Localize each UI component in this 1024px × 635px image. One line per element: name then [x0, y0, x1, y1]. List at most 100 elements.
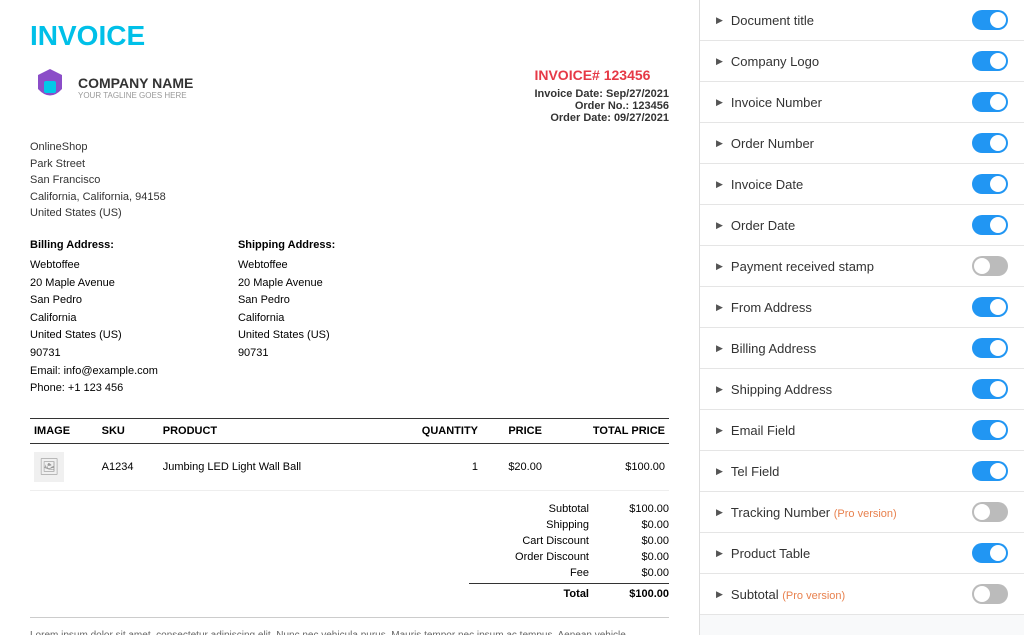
settings-item-3[interactable]: ▶ Order Number — [700, 123, 1024, 164]
settings-item-6[interactable]: ▶ Payment received stamp — [700, 246, 1024, 287]
chevron-right-icon: ▶ — [716, 179, 723, 190]
chevron-right-icon: ▶ — [716, 589, 723, 600]
settings-toggle[interactable] — [972, 584, 1008, 604]
settings-item-left: ▶ From Address — [716, 300, 812, 315]
settings-item-11[interactable]: ▶ Tel Field — [700, 451, 1024, 492]
settings-item-label: From Address — [731, 300, 812, 315]
settings-item-12[interactable]: ▶ Tracking Number (Pro version) — [700, 492, 1024, 533]
invoice-panel: INVOICE COMPANY NAME YOUR TAGLINE GOES H… — [0, 0, 700, 635]
settings-item-label: Subtotal (Pro version) — [731, 587, 845, 602]
settings-toggle[interactable] — [972, 92, 1008, 112]
settings-item-8[interactable]: ▶ Billing Address — [700, 328, 1024, 369]
addresses-section: Billing Address: Webtoffee 20 Maple Aven… — [30, 237, 669, 398]
settings-item-left: ▶ Tel Field — [716, 464, 779, 479]
settings-item-1[interactable]: ▶ Company Logo — [700, 41, 1024, 82]
settings-toggle[interactable] — [972, 10, 1008, 30]
chevron-right-icon: ▶ — [716, 343, 723, 354]
settings-item-9[interactable]: ▶ Shipping Address — [700, 369, 1024, 410]
settings-item-label: Document title — [731, 13, 814, 28]
billing-address: Billing Address: Webtoffee 20 Maple Aven… — [30, 237, 158, 398]
settings-item-label: Billing Address — [731, 341, 816, 356]
settings-toggle[interactable] — [972, 174, 1008, 194]
settings-item-label: Company Logo — [731, 54, 819, 69]
chevron-right-icon: ▶ — [716, 220, 723, 231]
settings-item-label: Shipping Address — [731, 382, 832, 397]
cell-product: Jumbing LED Light Wall Ball — [159, 443, 384, 490]
settings-toggle[interactable] — [972, 338, 1008, 358]
from-address: OnlineShop Park Street San Francisco Cal… — [30, 139, 669, 222]
settings-panel: ▶ Document title ▶ Company Logo ▶ Invoic… — [700, 0, 1024, 635]
company-tagline: YOUR TAGLINE GOES HERE — [78, 91, 193, 100]
chevron-right-icon: ▶ — [716, 466, 723, 477]
subtotal-row: Subtotal $100.00 — [469, 501, 669, 517]
settings-item-13[interactable]: ▶ Product Table — [700, 533, 1024, 574]
chevron-right-icon: ▶ — [716, 384, 723, 395]
chevron-right-icon: ▶ — [716, 56, 723, 67]
fee-row: Fee $0.00 — [469, 565, 669, 581]
col-quantity: QUANTITY — [383, 418, 482, 443]
shipping-row: Shipping $0.00 — [469, 517, 669, 533]
cell-price: $20.00 — [482, 443, 546, 490]
settings-item-label: Product Table — [731, 546, 810, 561]
settings-toggle[interactable] — [972, 297, 1008, 317]
chevron-right-icon: ▶ — [716, 302, 723, 313]
settings-item-left: ▶ Email Field — [716, 423, 795, 438]
chevron-right-icon: ▶ — [716, 15, 723, 26]
settings-toggle[interactable] — [972, 215, 1008, 235]
bottom-divider — [30, 617, 669, 618]
cell-total: $100.00 — [546, 443, 669, 490]
settings-item-left: ▶ Subtotal (Pro version) — [716, 587, 845, 602]
settings-item-left: ▶ Order Date — [716, 218, 795, 233]
settings-item-left: ▶ Invoice Date — [716, 177, 803, 192]
settings-item-left: ▶ Tracking Number (Pro version) — [716, 505, 897, 520]
settings-item-left: ▶ Product Table — [716, 546, 810, 561]
chevron-right-icon: ▶ — [716, 507, 723, 518]
settings-item-label: Order Date — [731, 218, 795, 233]
col-image: IMAGE — [30, 418, 98, 443]
invoice-meta: Invoice Date: Sep/27/2021 Order No.: 123… — [534, 88, 669, 124]
settings-item-label: Email Field — [731, 423, 795, 438]
logo-icon — [30, 67, 70, 107]
shipping-address: Shipping Address: Webtoffee 20 Maple Ave… — [238, 237, 335, 398]
settings-item-label: Order Number — [731, 136, 814, 151]
settings-item-label: Invoice Date — [731, 177, 803, 192]
chevron-right-icon: ▶ — [716, 425, 723, 436]
invoice-title: INVOICE — [30, 20, 669, 52]
footer-text: Lorem ipsum dolor sit amet, consectetur … — [30, 628, 669, 635]
settings-toggle[interactable] — [972, 543, 1008, 563]
settings-toggle[interactable] — [972, 379, 1008, 399]
settings-item-0[interactable]: ▶ Document title — [700, 0, 1024, 41]
settings-item-left: ▶ Order Number — [716, 136, 814, 151]
invoice-number: INVOICE# 123456 — [534, 67, 669, 83]
settings-item-left: ▶ Company Logo — [716, 54, 819, 69]
settings-item-7[interactable]: ▶ From Address — [700, 287, 1024, 328]
settings-toggle[interactable] — [972, 420, 1008, 440]
grand-total-row: Total $100.00 — [469, 583, 669, 602]
company-name: COMPANY NAME — [78, 75, 193, 91]
settings-item-label: Payment received stamp — [731, 259, 874, 274]
settings-item-label: Tel Field — [731, 464, 779, 479]
settings-item-10[interactable]: ▶ Email Field — [700, 410, 1024, 451]
settings-toggle[interactable] — [972, 51, 1008, 71]
settings-item-2[interactable]: ▶ Invoice Number — [700, 82, 1024, 123]
table-row: 🖼 A1234 Jumbing LED Light Wall Ball 1 $2… — [30, 443, 669, 490]
settings-toggle[interactable] — [972, 256, 1008, 276]
settings-item-label: Tracking Number (Pro version) — [731, 505, 897, 520]
invoice-header: COMPANY NAME YOUR TAGLINE GOES HERE INVO… — [30, 67, 669, 124]
chevron-right-icon: ▶ — [716, 548, 723, 559]
settings-item-14[interactable]: ▶ Subtotal (Pro version) — [700, 574, 1024, 615]
settings-toggle[interactable] — [972, 502, 1008, 522]
chevron-right-icon: ▶ — [716, 97, 723, 108]
col-product: PRODUCT — [159, 418, 384, 443]
cell-quantity: 1 — [383, 443, 482, 490]
settings-toggle[interactable] — [972, 461, 1008, 481]
company-name-block: COMPANY NAME YOUR TAGLINE GOES HERE — [78, 75, 193, 100]
totals-section: Subtotal $100.00 Shipping $0.00 Cart Dis… — [30, 501, 669, 602]
chevron-right-icon: ▶ — [716, 261, 723, 272]
settings-item-4[interactable]: ▶ Invoice Date — [700, 164, 1024, 205]
chevron-right-icon: ▶ — [716, 138, 723, 149]
col-sku: SKU — [98, 418, 159, 443]
settings-item-left: ▶ Shipping Address — [716, 382, 832, 397]
settings-item-5[interactable]: ▶ Order Date — [700, 205, 1024, 246]
settings-toggle[interactable] — [972, 133, 1008, 153]
